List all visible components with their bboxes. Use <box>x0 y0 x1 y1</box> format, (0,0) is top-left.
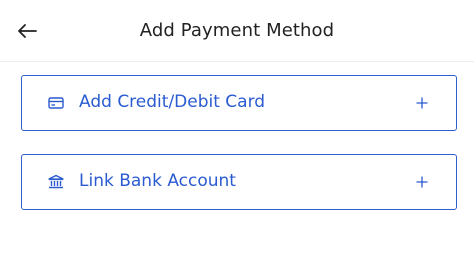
page-title: Add Payment Method <box>139 20 335 41</box>
bank-icon <box>47 173 65 191</box>
link-bank-account-button[interactable]: Link Bank Account <box>21 154 457 210</box>
add-credit-debit-card-button[interactable]: Add Credit/Debit Card <box>21 75 457 131</box>
plus-icon <box>414 95 430 111</box>
plus-icon <box>414 174 430 190</box>
header-bar: Add Payment Method <box>0 0 474 62</box>
add-credit-debit-card-label: Add Credit/Debit Card <box>79 92 266 112</box>
link-bank-account-label: Link Bank Account <box>79 171 236 191</box>
add-payment-method-screen: Add Payment Method Add Credit/Debit Card <box>0 0 474 268</box>
credit-card-icon <box>47 94 65 112</box>
